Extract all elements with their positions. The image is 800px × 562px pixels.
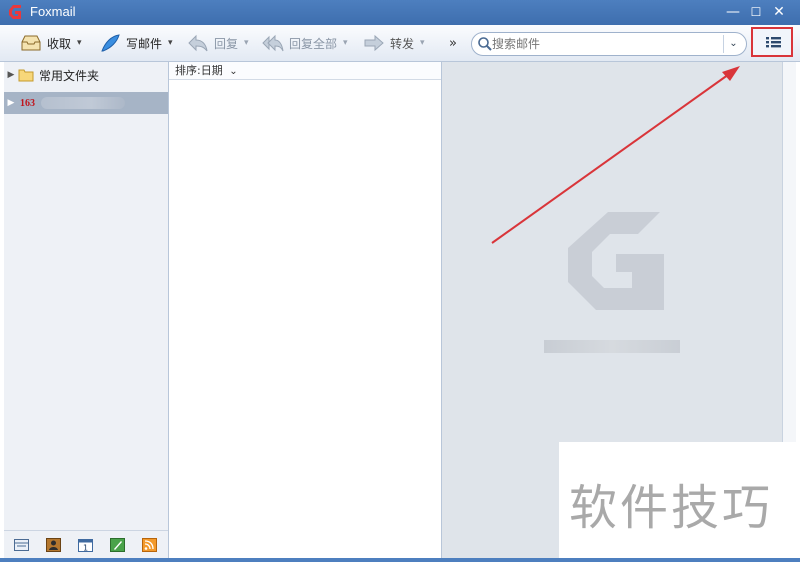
title-bar: Foxmail — ☐ ✕: [0, 0, 800, 25]
reply-all-dropdown-icon[interactable]: ▾: [343, 38, 348, 48]
contacts-icon[interactable]: [46, 538, 61, 552]
sort-dropdown-icon[interactable]: ⌄: [229, 66, 237, 77]
svg-text:1: 1: [83, 544, 88, 553]
rss-icon[interactable]: [142, 538, 157, 552]
toolbar: 收取 ▾ 写邮件 ▾ 回复 ▾ 回复全部 ▾ 转发 ▾ » 搜索邮件 ⌄: [0, 25, 800, 62]
search-box[interactable]: ⌄: [471, 32, 747, 56]
foxmail-watermark-logo: [568, 212, 664, 310]
forward-dropdown-icon[interactable]: ▾: [420, 38, 425, 48]
reply-dropdown-icon[interactable]: ▾: [244, 38, 249, 48]
module-switcher: 1: [4, 530, 168, 558]
expand-arrow-icon[interactable]: ▶: [4, 70, 18, 80]
receive-dropdown-icon[interactable]: ▾: [77, 38, 82, 48]
reply-label: 回复: [214, 36, 239, 51]
watermark-text: 软件技巧: [569, 480, 774, 536]
163-account-icon: 163: [20, 97, 35, 109]
search-icon: [478, 37, 492, 51]
reply-arrow-icon: [188, 34, 208, 52]
mail-icon[interactable]: [14, 538, 29, 552]
forward-label: 转发: [390, 36, 415, 51]
message-list: 排序:日期 ⌄: [169, 62, 442, 558]
forward-arrow-icon: [364, 34, 384, 52]
foxmail-logo-icon: [9, 5, 21, 19]
folder-pane: ▶ 常用文件夹 ▶ 163 1: [4, 62, 169, 558]
compose-button[interactable]: 写邮件 ▾: [99, 31, 173, 55]
more-toolbar-button[interactable]: »: [449, 31, 457, 55]
receive-label: 收取: [47, 36, 72, 51]
forward-button[interactable]: 转发 ▾: [363, 31, 425, 55]
inbox-tray-icon: [21, 35, 41, 51]
folder-label: 常用文件夹: [39, 68, 100, 83]
folder-icon: [18, 69, 34, 82]
expand-arrow-icon[interactable]: ▶: [4, 98, 18, 108]
minimize-button[interactable]: —: [722, 2, 744, 22]
watermark-overlay: 软件技巧: [559, 442, 800, 562]
view-layout-button[interactable]: [751, 27, 793, 57]
sort-label: 排序:日期: [175, 64, 223, 77]
notes-icon[interactable]: [110, 538, 125, 552]
account-email-redacted: [41, 97, 125, 109]
compose-dropdown-icon[interactable]: ▾: [168, 38, 173, 48]
calendar-icon[interactable]: 1: [78, 538, 93, 552]
search-options-dropdown[interactable]: ⌄: [723, 35, 743, 53]
receive-button[interactable]: 收取 ▾: [20, 31, 82, 55]
close-button[interactable]: ✕: [768, 2, 790, 22]
list-layout-icon: [766, 37, 781, 48]
maximize-button[interactable]: ☐: [745, 2, 767, 22]
preview-caption-redacted: [544, 340, 680, 353]
feather-pen-icon: [101, 34, 120, 52]
reply-all-arrow-icon: [262, 34, 284, 52]
folder-item-163-account[interactable]: ▶ 163: [4, 92, 168, 114]
reply-all-label: 回复全部: [289, 36, 338, 51]
window-bottom-border: [0, 558, 800, 562]
search-input[interactable]: [492, 35, 718, 53]
folder-item-common[interactable]: ▶ 常用文件夹: [4, 64, 168, 86]
sort-header[interactable]: 排序:日期 ⌄: [169, 62, 441, 80]
window-title: Foxmail: [30, 4, 76, 19]
compose-label: 写邮件: [126, 36, 163, 51]
reply-all-button[interactable]: 回复全部 ▾: [262, 31, 348, 55]
reply-button[interactable]: 回复 ▾: [187, 31, 249, 55]
